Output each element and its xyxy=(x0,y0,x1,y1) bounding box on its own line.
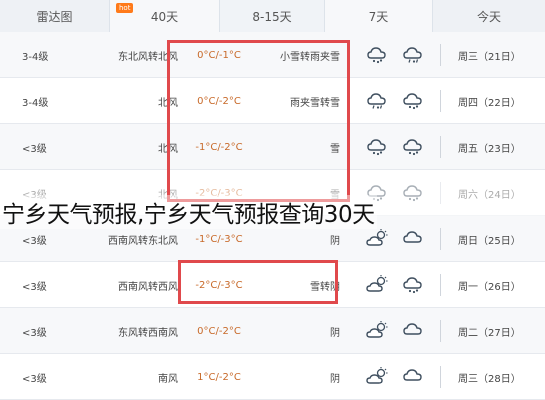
row-divider xyxy=(440,274,441,296)
wind-direction: 北风 xyxy=(158,143,178,155)
wind-direction: 南风 xyxy=(158,373,178,385)
wind-direction: 东风转西南风 xyxy=(118,327,178,339)
forecast-date: 周三（21日） xyxy=(458,51,521,63)
wind-level: 3-4级 xyxy=(22,51,49,63)
tab-label: 今天 xyxy=(476,9,501,24)
tab-8-15-days[interactable]: 8-15天 xyxy=(220,0,325,32)
snow-cloud-icon xyxy=(402,90,426,113)
row-divider xyxy=(440,136,441,158)
wind-level: 3-4级 xyxy=(22,97,49,109)
forecast-tabs: 雷达图 hot 40天 8-15天 7天 今天 xyxy=(0,0,545,32)
overlay-title-text: 宁乡天气预报,宁乡天气预报查询30天 xyxy=(0,195,377,229)
highlight-box-lower xyxy=(178,260,338,304)
sleet-cloud-icon xyxy=(402,44,426,67)
cloud-icon xyxy=(402,366,426,389)
weather-icons xyxy=(366,262,426,308)
tab-label: 雷达图 xyxy=(36,9,73,24)
hot-badge: hot xyxy=(116,3,134,13)
sleet-cloud-icon xyxy=(366,90,390,113)
weather-icons xyxy=(366,308,426,354)
temperature-range: 1°C/-2°C xyxy=(197,371,241,383)
forecast-date: 周四（22日） xyxy=(458,97,521,109)
weather-icons xyxy=(366,78,426,124)
overlay-title: 宁乡天气预报,宁乡天气预报查询30天 xyxy=(0,192,545,232)
wind-direction: 东北风转北风 xyxy=(118,51,178,63)
wind-level: <3级 xyxy=(22,281,47,293)
forecast-row: <3级 南风 1°C/-2°C 阴 周三（28日） xyxy=(0,354,545,400)
tab-7-days[interactable]: 7天 xyxy=(325,0,433,32)
tab-today[interactable]: 今天 xyxy=(433,0,545,32)
wind-level: <3级 xyxy=(22,143,47,155)
forecast-row: <3级 东风转西南风 0°C/-2°C 阴 周二（27日） xyxy=(0,308,545,354)
weather-icons xyxy=(366,32,426,78)
weather-condition: 阴 xyxy=(330,373,340,385)
snow-cloud-icon xyxy=(402,274,426,297)
forecast-date: 周二（27日） xyxy=(458,327,521,339)
forecast-date: 周三（28日） xyxy=(458,373,521,385)
forecast-date: 周五（23日） xyxy=(458,143,521,155)
cloud-icon xyxy=(402,320,426,343)
wind-level: <3级 xyxy=(22,373,47,385)
forecast-date: 周一（26日） xyxy=(458,281,521,293)
snow-cloud-icon xyxy=(402,136,426,159)
snow-cloud-icon xyxy=(366,136,390,159)
partly-cloudy-icon xyxy=(366,274,390,297)
tab-label: 7天 xyxy=(368,9,389,24)
row-divider xyxy=(440,44,441,66)
weather-condition: 阴 xyxy=(330,327,340,339)
temperature-range: 0°C/-2°C xyxy=(197,325,241,337)
highlight-box-upper xyxy=(167,40,350,202)
partly-cloudy-icon xyxy=(366,366,390,389)
weather-icons xyxy=(366,354,426,400)
wind-direction: 北风 xyxy=(158,97,178,109)
tab-label: 40天 xyxy=(150,9,179,24)
tab-label: 8-15天 xyxy=(252,9,292,24)
row-divider xyxy=(440,320,441,342)
weather-icons xyxy=(366,124,426,170)
snow-cloud-icon xyxy=(366,44,390,67)
wind-direction: 西南风转西风 xyxy=(118,281,178,293)
tab-40-days[interactable]: hot 40天 xyxy=(110,0,220,32)
row-divider xyxy=(440,366,441,388)
wind-level: <3级 xyxy=(22,327,47,339)
partly-cloudy-icon xyxy=(366,320,390,343)
tab-radar[interactable]: 雷达图 xyxy=(0,0,110,32)
row-divider xyxy=(440,90,441,112)
